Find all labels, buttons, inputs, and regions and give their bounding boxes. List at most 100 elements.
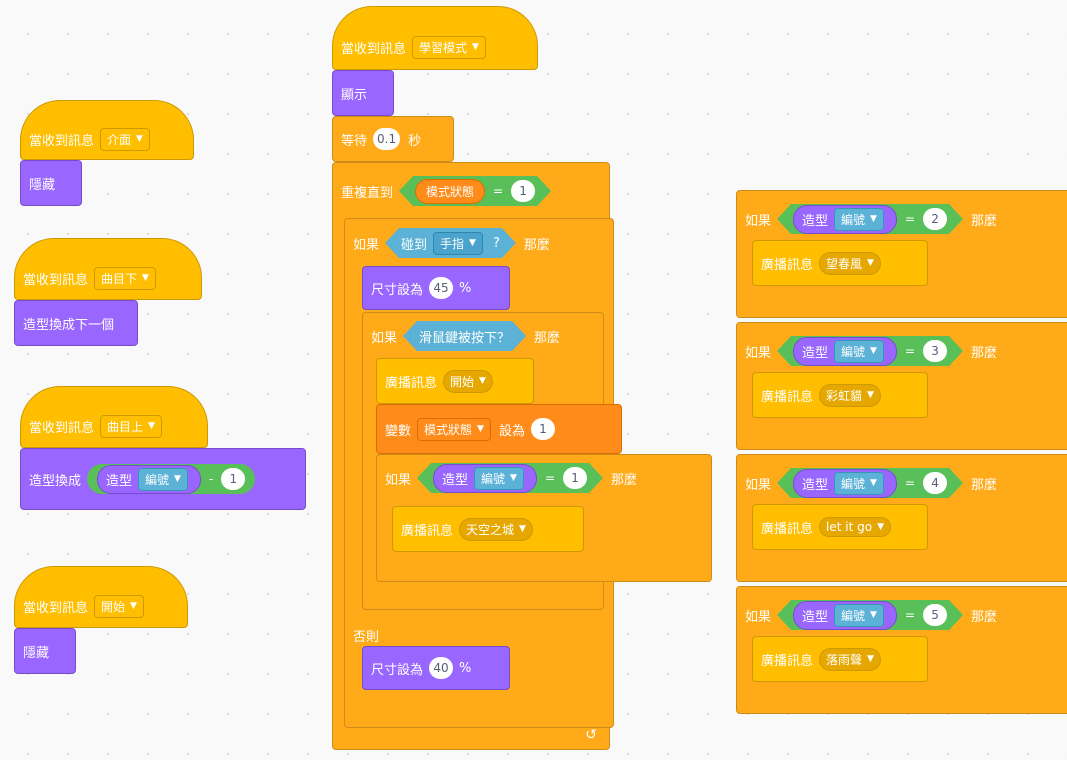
size-input[interactable]: 45 bbox=[429, 277, 454, 299]
costume-reporter[interactable]: 造型 編號 ▼ bbox=[97, 464, 201, 494]
hide-block[interactable]: 隱藏 bbox=[14, 628, 76, 674]
then-label: 那麼 bbox=[971, 477, 998, 493]
hat-when-receive-3[interactable]: 當收到訊息 曲目上 ▼ bbox=[20, 386, 208, 448]
touch-object-dropdown[interactable]: 手指 ▼ bbox=[433, 232, 483, 255]
if-label: 如果 bbox=[745, 345, 772, 361]
hat-when-receive-4[interactable]: 當收到訊息 開始 ▼ bbox=[14, 566, 188, 628]
chevron-down-icon: ▼ bbox=[867, 390, 874, 400]
broadcast-block[interactable]: 廣播訊息 天空之城 ▼ bbox=[392, 506, 584, 552]
operator-symbol: - bbox=[208, 472, 214, 486]
operator-symbol: = bbox=[544, 471, 556, 485]
size-input[interactable]: 40 bbox=[429, 657, 454, 679]
sensor-label: 碰到 bbox=[401, 237, 428, 253]
number-input[interactable]: 3 bbox=[923, 340, 947, 362]
equals-operator[interactable]: 造型 編號 ▼ = 4 bbox=[777, 468, 963, 498]
wait-seconds-input[interactable]: 0.1 bbox=[373, 128, 401, 150]
wait-block[interactable]: 等待 0.1 秒 bbox=[332, 116, 454, 162]
if-label: 如果 bbox=[745, 477, 772, 493]
equals-operator[interactable]: 造型 編號 ▼ = 2 bbox=[777, 204, 963, 234]
if-label: 如果 bbox=[371, 330, 398, 346]
message-dropdown[interactable]: 學習模式 ▼ bbox=[412, 35, 486, 59]
field-dropdown[interactable]: 編號 ▼ bbox=[834, 208, 884, 231]
chevron-down-icon: ▼ bbox=[472, 42, 479, 52]
message-dropdown[interactable]: 曲目上 ▼ bbox=[100, 414, 162, 438]
variable-dropdown[interactable]: 模式狀態 ▼ bbox=[417, 417, 491, 441]
set-size-block[interactable]: 尺寸設為 45 % bbox=[362, 266, 510, 310]
field-dropdown[interactable]: 編號 ▼ bbox=[474, 467, 524, 490]
hat-when-receive-main[interactable]: 當收到訊息 學習模式 ▼ bbox=[332, 6, 538, 70]
switch-costume-block[interactable]: 造型換成 造型 編號 ▼ - 1 bbox=[20, 448, 306, 510]
variable-reporter[interactable]: 模式狀態 bbox=[415, 179, 485, 204]
value-input[interactable]: 1 bbox=[530, 418, 555, 440]
show-block[interactable]: 顯示 bbox=[332, 70, 394, 116]
if-label: 如果 bbox=[385, 472, 412, 488]
broadcast-block[interactable]: 廣播訊息 let it go ▼ bbox=[752, 504, 928, 550]
broadcast-block[interactable]: 廣播訊息 望春風 ▼ bbox=[752, 240, 928, 286]
mouse-down-sensor[interactable]: 滑鼠鍵被按下？ bbox=[403, 321, 526, 351]
if-label: 如果 bbox=[353, 237, 380, 253]
percent-label: % bbox=[459, 280, 472, 296]
loop-arrow-icon: ↺ bbox=[585, 727, 597, 743]
number-input[interactable]: 4 bbox=[923, 472, 947, 494]
number-input[interactable]: 1 bbox=[563, 467, 587, 489]
number-input[interactable]: 5 bbox=[923, 604, 947, 626]
broadcast-block[interactable]: 廣播訊息 彩虹貓 ▼ bbox=[752, 372, 928, 418]
hat-label: 當收到訊息 bbox=[29, 420, 95, 436]
costume-reporter[interactable]: 造型 編號 ▼ bbox=[793, 205, 897, 234]
message-dropdown[interactable]: 開始 ▼ bbox=[94, 594, 144, 618]
question-mark: ? bbox=[492, 235, 500, 251]
sensor-label: 滑鼠鍵被按下？ bbox=[419, 330, 511, 346]
chevron-down-icon: ▼ bbox=[479, 376, 486, 386]
number-input[interactable]: 2 bbox=[923, 208, 947, 230]
next-costume-block[interactable]: 造型換成下一個 bbox=[14, 300, 138, 346]
block-label: 廣播訊息 bbox=[761, 389, 814, 405]
then-label: 那麼 bbox=[971, 609, 998, 625]
message-dropdown[interactable]: 曲目下 ▼ bbox=[94, 266, 156, 290]
broadcast-dropdown[interactable]: 望春風 ▼ bbox=[819, 251, 881, 275]
chevron-down-icon: ▼ bbox=[130, 601, 137, 611]
chevron-down-icon: ▼ bbox=[870, 346, 877, 356]
broadcast-dropdown[interactable]: let it go ▼ bbox=[819, 517, 891, 537]
touching-sensor[interactable]: 碰到 手指 ▼ ? bbox=[385, 228, 516, 258]
equals-operator[interactable]: 模式狀態 = 1 bbox=[399, 176, 551, 206]
field-dropdown[interactable]: 編號 ▼ bbox=[138, 467, 188, 491]
hat-when-receive-1[interactable]: 當收到訊息 介面 ▼ bbox=[20, 100, 194, 160]
costume-reporter[interactable]: 造型 編號 ▼ bbox=[793, 337, 897, 366]
block-label: 廣播訊息 bbox=[761, 257, 814, 273]
broadcast-dropdown[interactable]: 落雨聲 ▼ bbox=[819, 647, 881, 671]
equals-operator[interactable]: 造型 編號 ▼ = 3 bbox=[777, 336, 963, 366]
hat-when-receive-2[interactable]: 當收到訊息 曲目下 ▼ bbox=[14, 238, 202, 300]
number-input[interactable]: 1 bbox=[221, 468, 246, 490]
broadcast-dropdown[interactable]: 天空之城 ▼ bbox=[459, 517, 533, 541]
number-input[interactable]: 1 bbox=[511, 180, 535, 202]
broadcast-dropdown[interactable]: 彩虹貓 ▼ bbox=[819, 383, 881, 407]
set-variable-block[interactable]: 變數 模式狀態 ▼ 設為 1 bbox=[376, 404, 622, 454]
field-dropdown[interactable]: 編號 ▼ bbox=[834, 340, 884, 363]
message-dropdown[interactable]: 介面 ▼ bbox=[100, 127, 150, 151]
chevron-down-icon: ▼ bbox=[510, 473, 517, 483]
set-size-block[interactable]: 尺寸設為 40 % bbox=[362, 646, 510, 690]
field-dropdown[interactable]: 編號 ▼ bbox=[834, 472, 884, 495]
field-dropdown[interactable]: 編號 ▼ bbox=[834, 604, 884, 627]
equals-operator[interactable]: 造型 編號 ▼ = 5 bbox=[777, 600, 963, 630]
subtract-operator[interactable]: 造型 編號 ▼ - 1 bbox=[87, 464, 256, 494]
then-label: 那麼 bbox=[971, 213, 998, 229]
unit-label: 秒 bbox=[408, 133, 422, 149]
equals-operator[interactable]: 造型 編號 ▼ = 1 bbox=[417, 463, 603, 493]
chevron-down-icon: ▼ bbox=[519, 524, 526, 534]
costume-reporter[interactable]: 造型 編號 ▼ bbox=[793, 601, 897, 630]
costume-reporter[interactable]: 造型 編號 ▼ bbox=[793, 469, 897, 498]
chevron-down-icon: ▼ bbox=[870, 478, 877, 488]
hat-label: 當收到訊息 bbox=[23, 272, 89, 288]
block-label: 顯示 bbox=[341, 87, 368, 103]
hide-block[interactable]: 隱藏 bbox=[20, 160, 82, 206]
broadcast-dropdown[interactable]: 開始 ▼ bbox=[443, 369, 493, 393]
then-label: 那麼 bbox=[523, 237, 550, 253]
broadcast-block[interactable]: 廣播訊息 開始 ▼ bbox=[376, 358, 534, 404]
block-label: 尺寸設為 bbox=[371, 662, 424, 678]
then-label: 那麼 bbox=[534, 330, 561, 346]
costume-reporter[interactable]: 造型 編號 ▼ bbox=[433, 464, 537, 493]
broadcast-block[interactable]: 廣播訊息 落雨聲 ▼ bbox=[752, 636, 928, 682]
chevron-down-icon: ▼ bbox=[477, 424, 484, 434]
percent-label: % bbox=[459, 660, 472, 676]
